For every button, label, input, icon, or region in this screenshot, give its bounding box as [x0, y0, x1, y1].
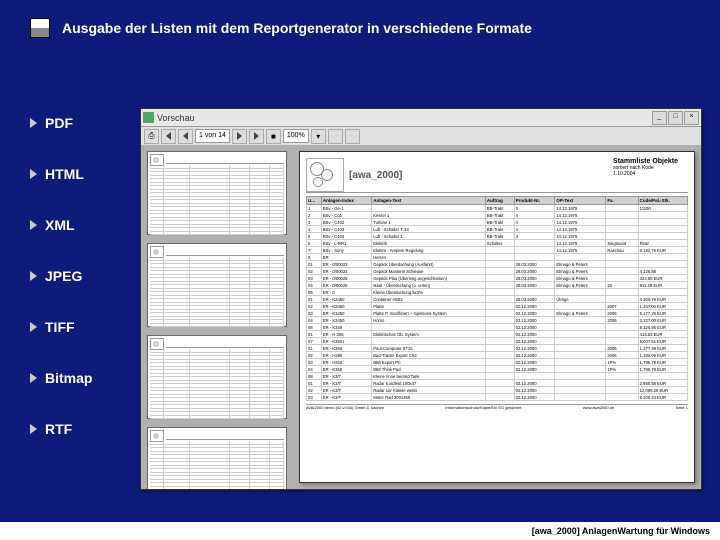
table-row: 7BSv - SonyElektro - Ampere Regelung14.1… [307, 247, 688, 254]
table-row: 3BSv - C402Turbine 1BB-Trakt414.12.1975 [307, 219, 688, 226]
format-item-html: HTML [30, 166, 92, 182]
footer-right: www.awa2000.de [583, 405, 614, 410]
preview-window: Vorschau _ □ × ⎙ 1 von 14 ■ 100% ▾ [140, 108, 702, 490]
format-label: JPEG [45, 268, 82, 284]
thumbnail[interactable] [147, 427, 287, 489]
table-row: 01ER - 0/00023Gepäck Überdachung (Ausfah… [307, 261, 688, 268]
bullet-icon [30, 118, 37, 128]
bullet-icon [30, 271, 37, 281]
format-label: XML [45, 217, 75, 233]
footer-page: Seite 1 [676, 405, 688, 410]
close-button[interactable]: × [684, 111, 699, 125]
table-row: 04ER - K359IBM Think Pad02.12.20001P%1.7… [307, 366, 688, 373]
format-label: PDF [45, 115, 73, 131]
toolbar: ⎙ 1 von 14 ■ 100% ▾ [141, 127, 701, 146]
format-item-rtf: RTF [30, 421, 92, 437]
bullet-icon [30, 169, 37, 179]
table-row: 02ER - H355Bad-Tracks Export C9302.12.20… [307, 352, 688, 359]
tool-button-2[interactable] [345, 129, 360, 144]
table-row: 6BSv - L-RR1ElektrikSchalter14.12.1975Si… [307, 240, 688, 247]
table-row: 03ER - 0/00025Gepäck Plau (Überweg anges… [307, 275, 688, 282]
table-row: 1BSv - Ge-1BB-Trakt314.12.197511100 [307, 205, 688, 212]
format-item-tiff: TIFF [30, 319, 92, 335]
thumbnail[interactable] [147, 335, 287, 419]
print-icon[interactable]: ⎙ [144, 129, 159, 144]
format-label: RTF [45, 421, 72, 437]
format-item-bitmap: Bitmap [30, 370, 92, 386]
format-label: Bitmap [45, 370, 92, 386]
report-brand: [awa_2000] [349, 158, 613, 192]
report-table: U...Anlagen-IndexAnlagen-TextAuftragProd… [306, 196, 688, 401]
table-row: 07ER - K350102.12.20005.007.51 EUR [307, 338, 688, 345]
minimize-button[interactable]: _ [652, 111, 667, 125]
format-item-jpeg: JPEG [30, 268, 92, 284]
table-row: 02ER - K3/TRadar 1er Klasse weiss02.12.2… [307, 387, 688, 394]
format-item-pdf: PDF [30, 115, 92, 131]
table-row: 06ER - K34902.12.20008.320.85 EUR [307, 324, 688, 331]
thumbnail[interactable] [147, 243, 287, 327]
report-title: Stammliste Objekte [613, 158, 678, 165]
page-title: Ausgabe der Listen mit dem Reportgenerat… [62, 20, 532, 36]
next-page-button[interactable] [232, 129, 247, 144]
table-row: 04ER - K3450Homo02.12.200020063.227.00 E… [307, 317, 688, 324]
first-page-button[interactable] [161, 129, 176, 144]
table-row: 05ER - 0Kleine Überdachung 5x3% [307, 289, 688, 296]
table-header-row: U...Anlagen-IndexAnlagen-TextAuftragProd… [307, 197, 688, 205]
app-icon [143, 112, 154, 123]
zoom-indicator: 100% [283, 129, 309, 143]
table-row: 01ER - K3/TRadar Kordfeld 100x4702.12.20… [307, 380, 688, 387]
report-page: [awa_2000] Stammliste Objekte sortiert n… [299, 151, 695, 483]
format-label: TIFF [45, 319, 75, 335]
table-row: 04ER - 0/00026staat - Überdeckung (o. un… [307, 282, 688, 289]
report-logo [306, 158, 344, 192]
table-row: 08ER - K3/7Kleine rinne berond Tank [307, 373, 688, 380]
table-row: 03ER - K3450Platte P. modifiziert + Inje… [307, 310, 688, 317]
thumbnail-panel [141, 145, 293, 489]
table-row: 02ER - K3450Platte02.12.200020071.247.00… [307, 303, 688, 310]
zoom-dropdown[interactable]: ▾ [311, 129, 326, 144]
table-row: 8ERHerren [307, 254, 688, 261]
table-row: 03ER - K3/TMotor Rad 300145002.12.20008.… [307, 394, 688, 401]
title-bullet-box [30, 18, 50, 38]
table-row: 4BSv - C403Luft - Schalter T-23BB-Trakt4… [307, 226, 688, 233]
format-label: HTML [45, 166, 84, 182]
tool-button-1[interactable] [328, 129, 343, 144]
bullet-icon [30, 220, 37, 230]
table-row: 01ER - H 306Elektrisches Ob. System02.12… [307, 331, 688, 338]
format-item-xml: XML [30, 217, 92, 233]
footer-left: AVA/2000 demo (02.v.034) Gmbh,D Sachen [306, 405, 384, 410]
window-titlebar: Vorschau _ □ × [141, 109, 701, 127]
thumbnail[interactable] [147, 151, 287, 235]
maximize-button[interactable]: □ [668, 111, 683, 125]
window-title: Vorschau [157, 113, 652, 123]
bullet-icon [30, 373, 37, 383]
table-body: 1BSv - Ge-1BB-Trakt314.12.1975111002BSv … [307, 205, 688, 401]
slide-footer: [awa_2000] AnlagenWartung für Windows [0, 522, 720, 540]
bullet-icon [30, 424, 37, 434]
footer-center: Informationsschutz/Kopie/Ein EG gesicher… [445, 405, 521, 410]
stop-button[interactable]: ■ [266, 129, 281, 144]
table-row: 2BSv - Co1Kessel 1BB-Trakt414.12.1975 [307, 212, 688, 219]
table-row: 01ER - K3450Container H50328.03.2000Übri… [307, 296, 688, 303]
table-row: 02ER - 0/00024Gepäck Manterin Schleuse28… [307, 268, 688, 275]
page-indicator: 1 von 14 [195, 129, 230, 143]
bullet-icon [30, 322, 37, 332]
table-row: 03ER - H316IBM Export PC02.12.20001P%1.7… [307, 359, 688, 366]
table-row: 01ER - K356Paul-Computer ST1502.12.20002… [307, 345, 688, 352]
format-list: PDF HTML XML JPEG TIFF Bitmap RTF [30, 115, 92, 472]
last-page-button[interactable] [249, 129, 264, 144]
report-date: 1.10.2004 [613, 171, 678, 177]
prev-page-button[interactable] [178, 129, 193, 144]
table-row: 5BSv - C404Luft - Schalter 1BB-Trakt414.… [307, 233, 688, 240]
